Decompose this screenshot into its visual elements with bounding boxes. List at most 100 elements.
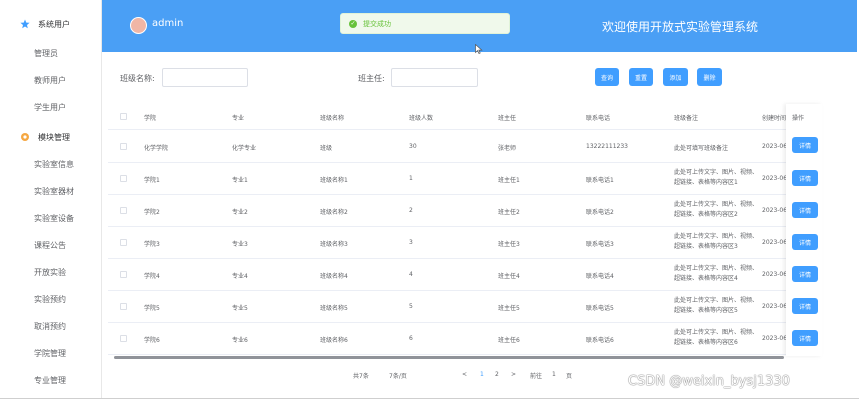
delete-button[interactable]: 删除: [697, 68, 722, 86]
detail-button[interactable]: 详情: [792, 266, 818, 282]
detail-button[interactable]: 详情: [792, 137, 818, 153]
column-header: 班级名称: [320, 115, 345, 122]
cell-class: 班级名称3: [320, 241, 348, 248]
sidebar-item-admin[interactable]: 管理员: [0, 43, 102, 63]
table-header: 学院 专业 班级名称 班级人数 班主任 联系电话 班级备注 创建时间: [108, 104, 820, 130]
page-button-2[interactable]: 2: [495, 371, 499, 378]
cell-created: 2023-06: [762, 175, 788, 182]
class-name-label: 班级名称:: [120, 74, 155, 83]
row-checkbox[interactable]: [120, 303, 127, 310]
detail-button[interactable]: 详情: [792, 330, 818, 346]
cell-note: 此处可上传文字、图片、视频、超链接、表格等内容区3: [674, 233, 758, 250]
detail-button[interactable]: 详情: [792, 170, 818, 186]
table-row: 学院1 专业1 班级名称1 1 班主任1 联系电话1 此处可上传文字、图片、视频…: [108, 163, 820, 195]
sidebar-item-colleges[interactable]: 学院管理: [0, 343, 102, 363]
query-button[interactable]: 查询: [595, 68, 619, 86]
prev-page-button[interactable]: <: [462, 371, 467, 378]
cell-major: 专业1: [232, 177, 248, 184]
cell-class: 班级名称5: [320, 305, 348, 312]
row-checkbox[interactable]: [120, 175, 127, 182]
cell-class: 班级名称1: [320, 177, 348, 184]
sidebar-item-lab-info[interactable]: 实验室信息: [0, 154, 102, 174]
sidebar-item-lab-devices[interactable]: 实验室设备: [0, 208, 102, 228]
cell-class: 班级名称6: [320, 337, 348, 344]
table-row: 学院6 专业6 班级名称6 6 班主任6 联系电话6 此处可上传文字、图片、视频…: [108, 323, 820, 355]
sidebar-item-label: 开放实验: [34, 267, 66, 277]
watermark: CSDN @weixin_bysj1330: [628, 374, 790, 389]
reset-button[interactable]: 重置: [629, 68, 653, 86]
cell-phone: 联系电话5: [586, 305, 614, 312]
cell-class: 班级名称2: [320, 209, 348, 216]
sidebar-item-label: 模块管理: [38, 132, 70, 142]
row-checkbox[interactable]: [120, 143, 127, 150]
cell-note: 此处可上传文字、图片、视频、超链接、表格等内容区4: [674, 265, 758, 282]
cell-class: 班级: [320, 145, 333, 152]
select-all-checkbox[interactable]: [120, 113, 127, 120]
page-button-1[interactable]: 1: [480, 371, 484, 378]
row-checkbox[interactable]: [120, 207, 127, 214]
check-circle-icon: ✓: [349, 19, 357, 28]
sidebar-item-label: 学院管理: [34, 348, 66, 358]
cell-count: 6: [409, 335, 413, 342]
cell-phone: 联系电话2: [586, 209, 614, 216]
app-window: 系统用户 管理员 教师用户 学生用户 模块管理 实验室信息 实验室器材 实验室设…: [0, 0, 859, 403]
mouse-cursor-icon: [475, 44, 483, 54]
table-row: 化学学院 化学专业 班级 30 张老师 13222111233 此处可填写班级备…: [108, 131, 820, 163]
cell-college: 化学学院: [144, 145, 169, 152]
sidebar-item-notices[interactable]: 课程公告: [0, 235, 102, 255]
pagination-total: 共7条: [353, 373, 369, 380]
cell-count: 3: [409, 239, 413, 246]
cell-teacher: 班主任6: [498, 337, 520, 344]
cell-class: 班级名称4: [320, 273, 348, 280]
cell-college: 学院5: [144, 305, 160, 312]
sidebar-group-system-users[interactable]: 系统用户: [0, 14, 102, 34]
cell-created: 2023-06: [762, 239, 788, 246]
success-toast: ✓ 提交成功: [340, 13, 510, 34]
cell-created: 2023-06: [762, 271, 788, 278]
next-page-button[interactable]: >: [511, 371, 516, 378]
class-name-input[interactable]: [162, 68, 248, 87]
sidebar-item-cancel-reservation[interactable]: 取消预约: [0, 316, 102, 336]
goto-input[interactable]: 1: [552, 371, 556, 378]
sidebar-item-label: 专业管理: [34, 375, 66, 385]
cell-note: 此处可上传文字、图片、视频、超链接、表格等内容区6: [674, 329, 758, 346]
row-checkbox[interactable]: [120, 335, 127, 342]
sidebar-group-modules[interactable]: 模块管理: [0, 127, 102, 147]
cell-created: 2023-06: [762, 207, 788, 214]
detail-button[interactable]: 详情: [792, 234, 818, 250]
sidebar-item-lab-equipment[interactable]: 实验室器材: [0, 181, 102, 201]
page-size-select[interactable]: 7条/页: [389, 371, 407, 380]
sidebar-item-label: 教师用户: [34, 75, 66, 85]
cell-major: 专业2: [232, 209, 248, 216]
teacher-input[interactable]: [391, 68, 478, 87]
cell-note: 此处可填写班级备注: [674, 145, 729, 152]
gear-icon: [20, 132, 30, 142]
detail-button[interactable]: 详情: [792, 202, 818, 218]
add-button[interactable]: 添加: [663, 68, 688, 86]
cell-count: 4: [409, 271, 413, 278]
username[interactable]: admin: [152, 18, 183, 29]
cell-created: 2023-06: [762, 143, 788, 150]
table-row: 学院3 专业3 班级名称3 3 班主任3 联系电话3 此处可上传文字、图片、视频…: [108, 227, 820, 259]
horizontal-scrollbar[interactable]: [114, 356, 784, 359]
cell-teacher: 班主任5: [498, 305, 520, 312]
sidebar-item-reservations[interactable]: 实验预约: [0, 289, 102, 309]
detail-button[interactable]: 详情: [792, 298, 818, 314]
sidebar: 系统用户 管理员 教师用户 学生用户 模块管理 实验室信息 实验室器材 实验室设…: [0, 0, 102, 398]
cell-phone: 联系电话4: [586, 273, 614, 280]
cell-teacher: 班主任4: [498, 273, 520, 280]
row-checkbox[interactable]: [120, 271, 127, 278]
sidebar-item-label: 实验预约: [34, 294, 66, 304]
sidebar-item-majors[interactable]: 专业管理: [0, 370, 102, 390]
row-checkbox[interactable]: [120, 239, 127, 246]
sidebar-item-students[interactable]: 学生用户: [0, 97, 102, 117]
cell-note: 此处可上传文字、图片、视频、超链接、表格等内容区5: [674, 297, 758, 314]
sidebar-item-open-experiments[interactable]: 开放实验: [0, 262, 102, 282]
column-header: 操作: [792, 115, 805, 122]
sidebar-item-label: 实验室信息: [34, 159, 74, 169]
column-header: 班级人数: [409, 115, 434, 122]
sidebar-item-label: 学生用户: [34, 102, 66, 112]
sidebar-item-teachers[interactable]: 教师用户: [0, 70, 102, 90]
cell-teacher: 班主任2: [498, 209, 520, 216]
avatar[interactable]: [130, 17, 147, 34]
